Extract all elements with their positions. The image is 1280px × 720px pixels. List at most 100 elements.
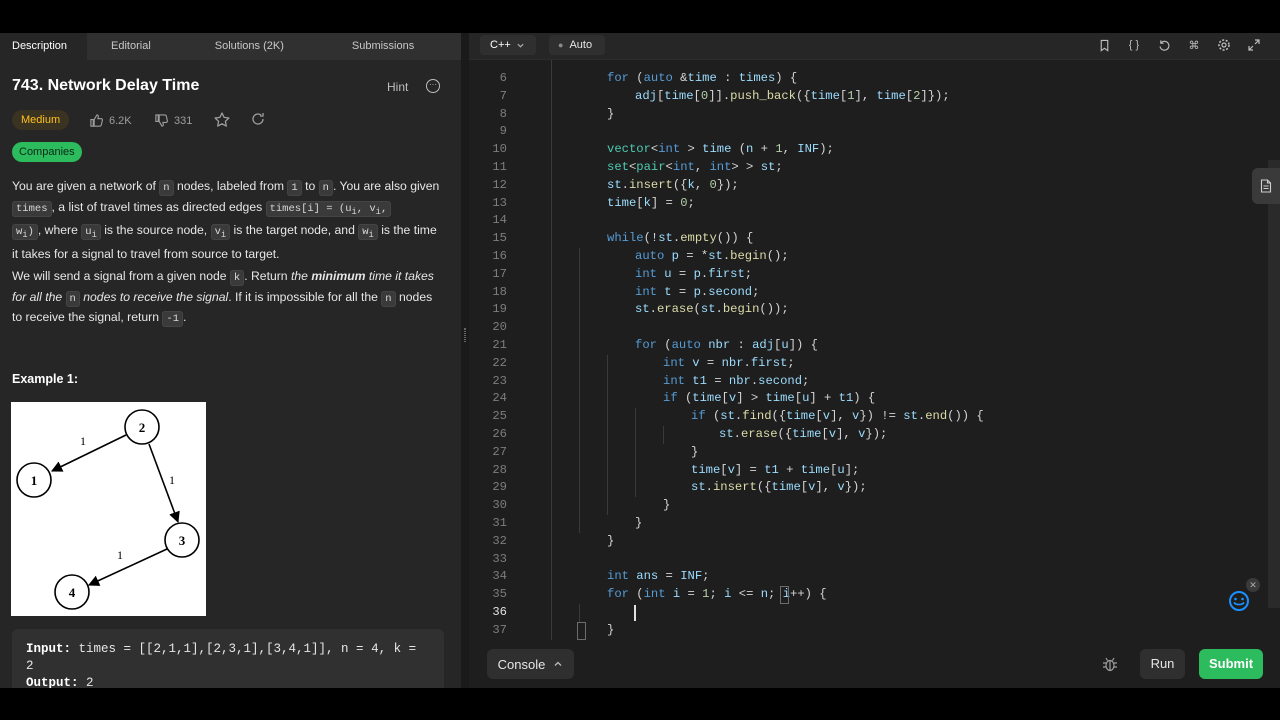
like-button[interactable]: 6.2K xyxy=(89,113,132,128)
code-line[interactable]: 6 for (auto &time : times) { xyxy=(469,70,1269,88)
code-text: for (auto &time : times) { xyxy=(607,71,798,85)
code-line[interactable]: 35 for (int i = 1; i <= n; i++) { xyxy=(469,586,1269,604)
description-paragraph-1: You are given a network of n nodes, labe… xyxy=(12,179,440,261)
line-number: 21 xyxy=(492,338,507,352)
expand-icon[interactable] xyxy=(1246,37,1262,53)
code-line[interactable]: 34 int ans = INF; xyxy=(469,568,1269,586)
line-number: 29 xyxy=(492,480,507,495)
editor-toolbar: C++ ● Auto { } ⌘ xyxy=(469,33,1280,60)
code-text: int ans = INF; xyxy=(607,569,710,584)
companies-tag[interactable]: Companies xyxy=(12,142,82,162)
code-line[interactable]: 12 st.insert({k, 0}); xyxy=(469,177,1269,195)
line-number: 17 xyxy=(492,266,507,281)
panel-resize-handle[interactable] xyxy=(464,328,466,342)
line-number: 33 xyxy=(492,551,507,566)
editor-scrollbar[interactable] xyxy=(1268,160,1280,608)
code-text: auto p = *st.begin(); xyxy=(635,249,789,263)
tab-description[interactable]: Description xyxy=(0,33,88,60)
code-line[interactable]: 21 for (auto nbr : adj[u]) { xyxy=(469,337,1269,355)
braces-icon[interactable]: { } xyxy=(1126,37,1142,53)
code-line[interactable]: 28 time[v] = t1 + time[u]; xyxy=(469,462,1269,480)
hint-button[interactable]: Hint xyxy=(387,80,408,94)
line-number: 23 xyxy=(492,373,507,388)
language-select[interactable]: C++ xyxy=(480,35,536,55)
code-text: st.insert({k, 0}); xyxy=(607,177,739,192)
notes-icon[interactable] xyxy=(1252,168,1280,204)
code-text: st.insert({time[v], v}); xyxy=(691,480,867,495)
code-line[interactable]: 27} xyxy=(469,444,1269,462)
code-line[interactable]: 37} xyxy=(469,622,1269,640)
code-line[interactable]: 30} xyxy=(469,497,1269,515)
chevron-down-icon xyxy=(517,43,524,48)
tab-editorial[interactable]: Editorial xyxy=(87,33,175,60)
line-number: 9 xyxy=(499,124,507,139)
code-line[interactable]: 15 while(!st.empty()) { xyxy=(469,230,1269,248)
thumbs-up-icon xyxy=(90,114,104,127)
code-line[interactable]: 20 xyxy=(469,319,1269,337)
code-line[interactable]: 23 int t1 = nbr.second; xyxy=(469,373,1269,391)
code-line[interactable]: 36 xyxy=(469,604,1269,622)
like-count: 6.2K xyxy=(109,114,132,127)
close-icon[interactable]: ✕ xyxy=(1246,578,1260,592)
code-line[interactable]: 26 st.erase({time[v], v}); xyxy=(469,426,1269,444)
code-line[interactable]: 25 if (st.find({time[v], v}) != st.end())… xyxy=(469,408,1269,426)
code-line[interactable]: 24 if (time[v] > time[u] + t1) { xyxy=(469,390,1269,408)
code-line[interactable]: 16 auto p = *st.begin(); xyxy=(469,248,1269,266)
code-line[interactable]: 14 xyxy=(469,212,1269,230)
tab-submissions[interactable]: Submissions xyxy=(308,33,438,60)
code-line[interactable]: 10 vector<int > time (n + 1, INF); xyxy=(469,141,1269,159)
line-number: 30 xyxy=(492,498,507,513)
code-text: for (int i = 1; i <= n; i++) { xyxy=(607,587,827,602)
bracket-match-highlight xyxy=(577,621,586,640)
code-line[interactable]: 7 adj[time[0]].push_back({time[1], time[2… xyxy=(469,88,1269,106)
code-line[interactable]: 13 time[k] = 0; xyxy=(469,195,1269,213)
code-text: } xyxy=(635,516,643,530)
code-line[interactable]: 9 xyxy=(469,123,1269,141)
auto-mode-button[interactable]: ● Auto xyxy=(549,35,605,55)
code-line[interactable]: 33 xyxy=(469,551,1269,569)
bug-icon[interactable] xyxy=(1102,655,1118,673)
code-text: } xyxy=(607,106,615,121)
example-title: Example 1: xyxy=(12,372,79,386)
code-line[interactable]: 8} xyxy=(469,106,1269,124)
code-editor[interactable]: 6 for (auto &time : times) {7 adj[time[0]]… xyxy=(469,60,1280,645)
code-text: int v = nbr.first; xyxy=(663,355,795,370)
app-window: Description Editorial Solutions (2K) Sub… xyxy=(0,33,1280,688)
line-number: 16 xyxy=(492,249,507,263)
line-number: 27 xyxy=(492,444,507,459)
tab-solutions[interactable]: Solutions (2K) xyxy=(175,33,308,60)
bracket-match-highlight xyxy=(780,586,789,604)
settings-icon[interactable] xyxy=(1216,37,1232,53)
bookmark-icon[interactable] xyxy=(1096,37,1112,53)
graph-edge-label: 1 xyxy=(117,548,123,562)
code-line[interactable]: 22 int v = nbr.first; xyxy=(469,355,1269,373)
code-line[interactable]: 32} xyxy=(469,533,1269,551)
run-button[interactable]: Run xyxy=(1140,649,1185,679)
more-options-icon[interactable]: ··· xyxy=(426,79,440,93)
line-number: 20 xyxy=(492,320,507,335)
code-text: vector<int > time (n + 1, INF); xyxy=(607,142,834,157)
code-line[interactable]: 18 int t = p.second; xyxy=(469,284,1269,302)
dislike-button[interactable]: 331 xyxy=(154,113,192,128)
code-line[interactable]: 11 set<pair<int, int> > st; xyxy=(469,159,1269,177)
line-number: 37 xyxy=(492,622,507,637)
line-number: 26 xyxy=(492,427,507,441)
graph-edge-label: 1 xyxy=(169,473,175,487)
line-number: 15 xyxy=(492,231,507,246)
code-line[interactable]: 19 st.erase(st.begin()); xyxy=(469,301,1269,319)
chevron-up-icon xyxy=(554,661,562,666)
star-icon[interactable] xyxy=(213,111,231,129)
code-line[interactable]: 17 int u = p.first; xyxy=(469,266,1269,284)
line-number: 13 xyxy=(492,195,507,210)
code-line[interactable]: 29 st.insert({time[v], v}); xyxy=(469,479,1269,497)
share-icon[interactable] xyxy=(250,111,266,127)
submit-button[interactable]: Submit xyxy=(1199,649,1263,679)
code-line[interactable]: 31} xyxy=(469,515,1269,533)
reset-icon[interactable] xyxy=(1156,37,1172,53)
thumbs-down-icon xyxy=(155,114,169,127)
code-text: } xyxy=(663,498,671,513)
line-number: 31 xyxy=(492,516,507,530)
command-icon[interactable]: ⌘ xyxy=(1186,37,1202,53)
line-number: 28 xyxy=(492,462,507,477)
console-button[interactable]: Console xyxy=(487,649,574,679)
